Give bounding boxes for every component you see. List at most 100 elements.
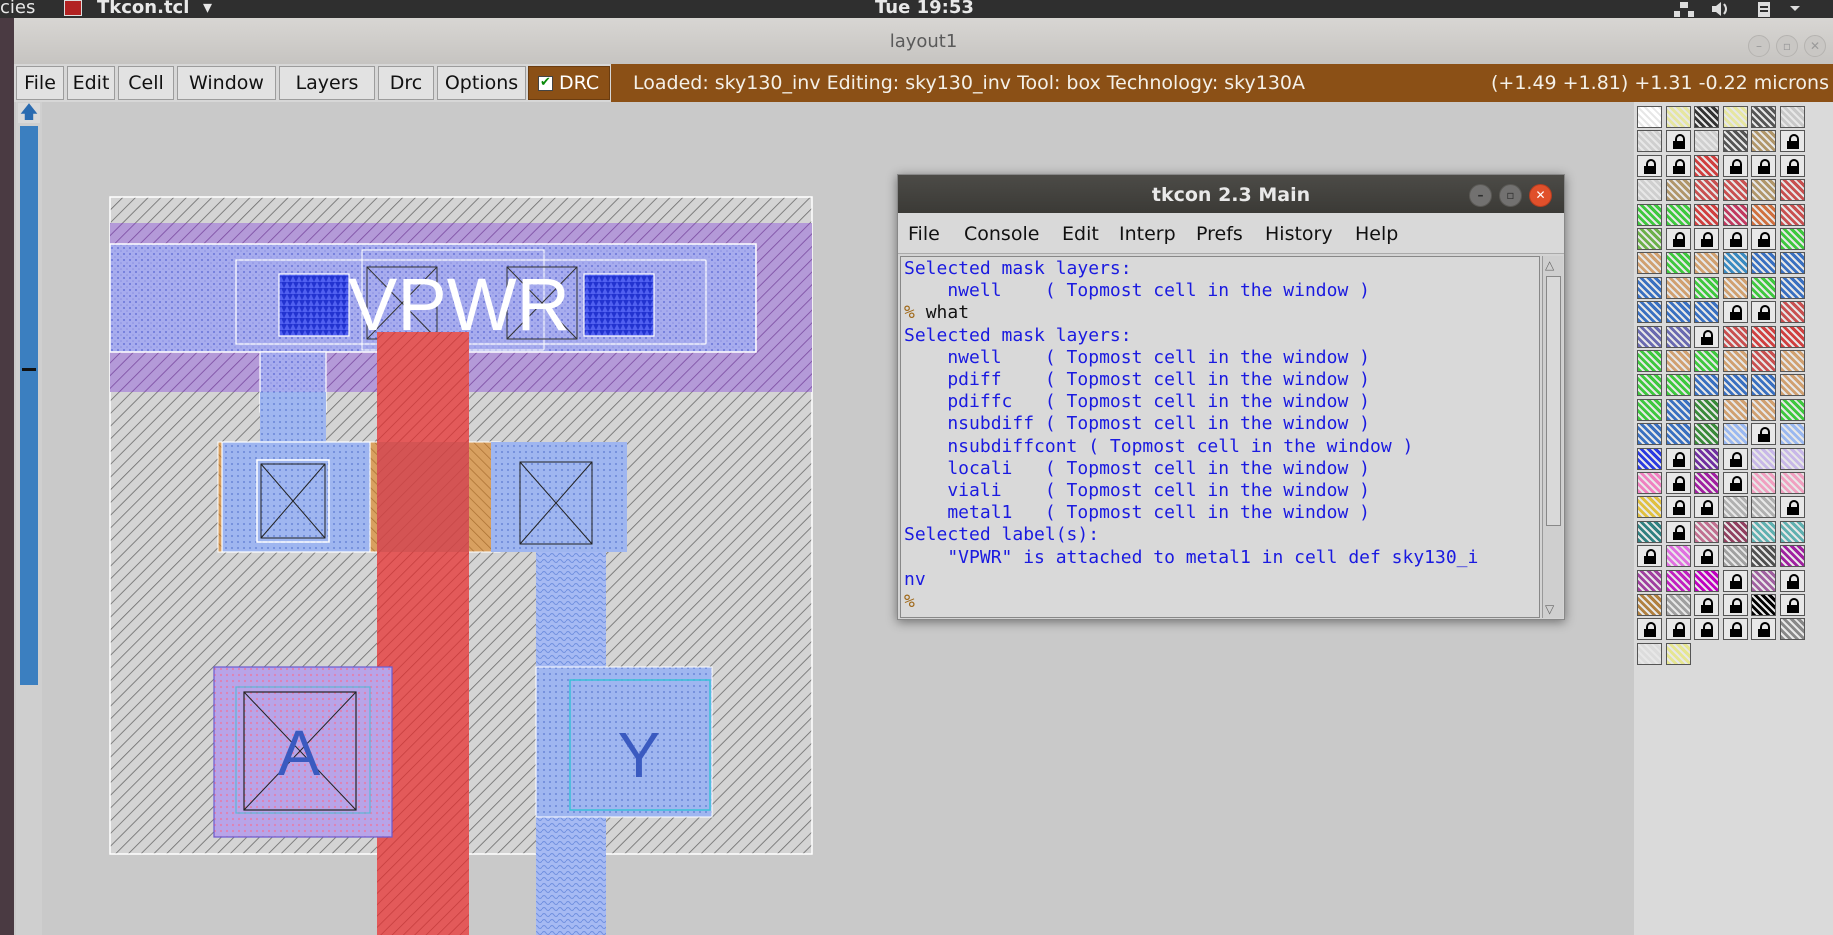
layer-swatch[interactable] bbox=[1722, 350, 1748, 372]
layer-swatch[interactable] bbox=[1665, 569, 1691, 592]
layer-swatch[interactable] bbox=[1637, 252, 1662, 275]
layer-swatch[interactable] bbox=[1780, 520, 1805, 543]
layer-swatch[interactable] bbox=[1694, 106, 1720, 128]
layer-swatch[interactable] bbox=[1780, 472, 1805, 494]
layer-swatch[interactable] bbox=[1637, 154, 1662, 177]
layer-swatch[interactable] bbox=[1722, 325, 1748, 348]
layer-swatch[interactable] bbox=[1751, 350, 1777, 372]
layer-swatch[interactable] bbox=[1780, 106, 1805, 128]
layer-swatch[interactable] bbox=[1694, 423, 1720, 446]
layer-swatch[interactable] bbox=[1722, 106, 1748, 128]
layer-swatch[interactable] bbox=[1694, 545, 1720, 568]
layer-swatch[interactable] bbox=[1665, 106, 1691, 128]
layer-swatch[interactable] bbox=[1751, 374, 1777, 397]
layer-swatch[interactable] bbox=[1694, 276, 1720, 299]
layer-swatch[interactable] bbox=[1780, 130, 1805, 153]
layer-swatch[interactable] bbox=[1637, 496, 1662, 519]
menu-options[interactable]: Options bbox=[437, 66, 526, 100]
minimize-icon[interactable]: – bbox=[1748, 35, 1770, 57]
layer-swatch[interactable] bbox=[1780, 398, 1805, 421]
menu-file[interactable]: File bbox=[16, 66, 64, 100]
layer-swatch[interactable] bbox=[1637, 423, 1662, 446]
layer-swatch[interactable] bbox=[1780, 423, 1805, 446]
layer-swatch[interactable] bbox=[1665, 350, 1691, 372]
layer-swatch[interactable] bbox=[1722, 520, 1748, 543]
layer-swatch[interactable] bbox=[1694, 301, 1720, 324]
layer-swatch[interactable] bbox=[1722, 447, 1748, 470]
layer-swatch[interactable] bbox=[1751, 301, 1777, 324]
layer-swatch[interactable] bbox=[1722, 276, 1748, 299]
layer-swatch[interactable] bbox=[1637, 301, 1662, 324]
layer-swatch[interactable] bbox=[1665, 472, 1691, 494]
system-tray-icons[interactable] bbox=[1672, 0, 1832, 18]
layer-swatch[interactable] bbox=[1665, 154, 1691, 177]
layer-swatch[interactable] bbox=[1665, 203, 1691, 226]
menu-cell[interactable]: Cell bbox=[118, 66, 174, 100]
layer-swatch[interactable] bbox=[1751, 423, 1777, 446]
layer-swatch[interactable] bbox=[1751, 447, 1777, 470]
layer-swatch[interactable] bbox=[1780, 179, 1805, 202]
tkcon-menu-history[interactable]: History bbox=[1265, 223, 1333, 245]
layer-swatch[interactable] bbox=[1694, 472, 1720, 494]
layer-swatch[interactable] bbox=[1665, 228, 1691, 250]
layer-swatch[interactable] bbox=[1665, 545, 1691, 568]
layer-swatch[interactable] bbox=[1694, 252, 1720, 275]
window-titlebar[interactable]: layout1 – ▫ ✕ bbox=[14, 18, 1833, 64]
layer-swatch[interactable] bbox=[1722, 154, 1748, 177]
clock[interactable]: Tue 19:53 bbox=[875, 0, 974, 18]
tkcon-minimize-icon[interactable]: – bbox=[1469, 184, 1492, 207]
layer-swatch[interactable] bbox=[1637, 203, 1662, 226]
tkcon-menu-interp[interactable]: Interp bbox=[1119, 223, 1176, 245]
layer-swatch[interactable] bbox=[1665, 130, 1691, 153]
layer-swatch[interactable] bbox=[1665, 374, 1691, 397]
layer-swatch[interactable] bbox=[1637, 179, 1662, 202]
layer-swatch[interactable] bbox=[1694, 154, 1720, 177]
layer-swatch[interactable] bbox=[1665, 252, 1691, 275]
layer-swatch[interactable] bbox=[1637, 130, 1662, 153]
layer-swatch[interactable] bbox=[1665, 618, 1691, 641]
tkcon-menu-prefs[interactable]: Prefs bbox=[1196, 223, 1243, 245]
layer-swatch[interactable] bbox=[1694, 594, 1720, 616]
layer-swatch[interactable] bbox=[1751, 130, 1777, 153]
layer-swatch[interactable] bbox=[1665, 423, 1691, 446]
maximize-icon[interactable]: ▫ bbox=[1776, 35, 1798, 57]
layer-swatch[interactable] bbox=[1637, 228, 1662, 250]
tkcon-console-output[interactable]: Selected mask layers: nwell ( Topmost ce… bbox=[900, 256, 1540, 618]
layer-swatch[interactable] bbox=[1751, 398, 1777, 421]
layer-swatch[interactable] bbox=[1751, 496, 1777, 519]
layer-swatch[interactable] bbox=[1751, 569, 1777, 592]
layer-swatch[interactable] bbox=[1637, 472, 1662, 494]
tkcon-menu-help[interactable]: Help bbox=[1355, 223, 1398, 245]
layer-swatch[interactable] bbox=[1722, 228, 1748, 250]
layer-swatch[interactable] bbox=[1722, 496, 1748, 519]
layer-swatch[interactable] bbox=[1722, 252, 1748, 275]
layer-swatch[interactable] bbox=[1780, 374, 1805, 397]
layer-swatch[interactable] bbox=[1780, 325, 1805, 348]
layer-swatch[interactable] bbox=[1722, 618, 1748, 641]
layer-swatch[interactable] bbox=[1694, 203, 1720, 226]
tkcon-menu-edit[interactable]: Edit bbox=[1062, 223, 1099, 245]
tkcon-scroll-up-icon[interactable]: △ bbox=[1545, 258, 1554, 272]
layer-swatch[interactable] bbox=[1751, 203, 1777, 226]
tkcon-window[interactable]: tkcon 2.3 Main – ▫ ✕ File Console Edit I… bbox=[897, 174, 1565, 620]
layer-swatch[interactable] bbox=[1637, 350, 1662, 372]
layer-swatch[interactable] bbox=[1751, 325, 1777, 348]
tkcon-titlebar[interactable]: tkcon 2.3 Main – ▫ ✕ bbox=[898, 175, 1564, 213]
layer-swatch[interactable] bbox=[1722, 301, 1748, 324]
app-menu-chevron-icon[interactable]: ▾ bbox=[203, 0, 212, 18]
layer-swatch[interactable] bbox=[1751, 276, 1777, 299]
layer-swatch[interactable] bbox=[1722, 374, 1748, 397]
layer-swatch[interactable] bbox=[1665, 642, 1691, 665]
layer-swatch[interactable] bbox=[1751, 520, 1777, 543]
tkcon-menu-console[interactable]: Console bbox=[964, 223, 1039, 245]
layer-swatch[interactable] bbox=[1665, 398, 1691, 421]
layer-swatch[interactable] bbox=[1665, 520, 1691, 543]
layer-swatch[interactable] bbox=[1751, 154, 1777, 177]
layer-swatch[interactable] bbox=[1694, 496, 1720, 519]
layer-swatch[interactable] bbox=[1665, 179, 1691, 202]
layer-swatch[interactable] bbox=[1780, 252, 1805, 275]
layer-swatch[interactable] bbox=[1637, 642, 1662, 665]
layer-swatch[interactable] bbox=[1751, 106, 1777, 128]
drc-toggle[interactable]: ✔ DRC bbox=[528, 66, 610, 100]
layer-swatch[interactable] bbox=[1665, 325, 1691, 348]
